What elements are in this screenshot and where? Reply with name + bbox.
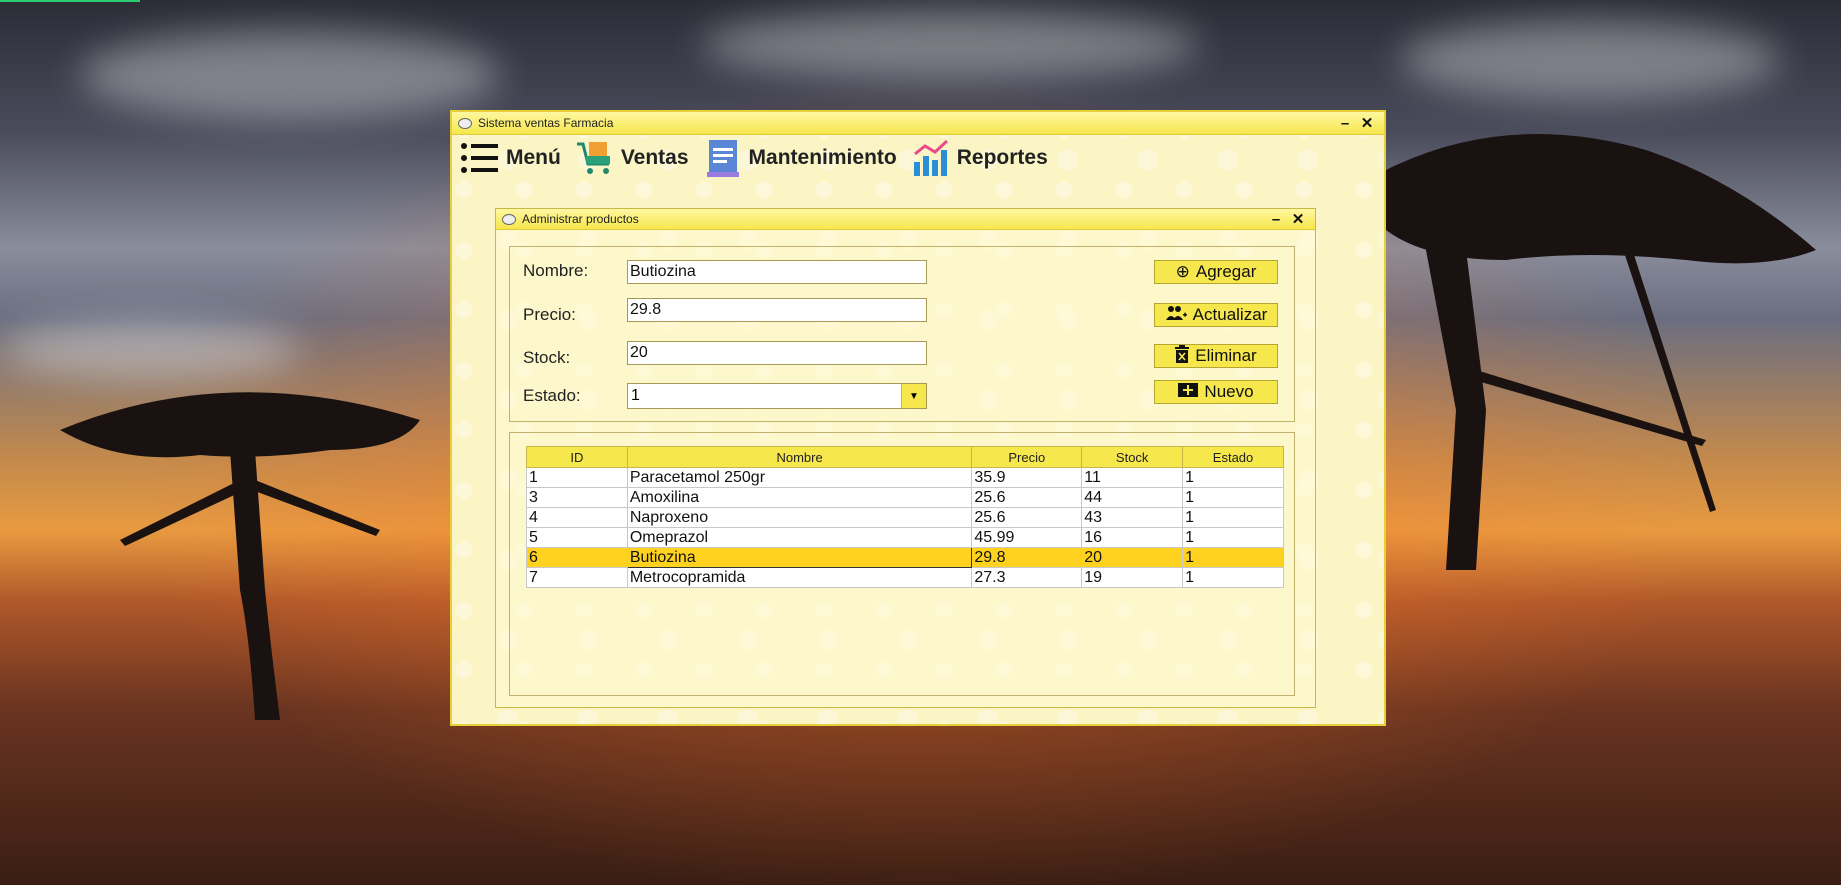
estado-select[interactable]: 1 ▼ bbox=[627, 383, 927, 409]
menu-item-label: Mantenimiento bbox=[748, 146, 897, 169]
cell-nombre[interactable]: Metrocopramida bbox=[626, 567, 973, 588]
cell-stock[interactable]: 43 bbox=[1081, 507, 1184, 528]
main-window: Sistema ventas Farmacia – ✕ Menú Ventas … bbox=[450, 110, 1386, 726]
column-header-estado[interactable]: Estado bbox=[1182, 446, 1284, 468]
cell-precio[interactable]: 45.99 bbox=[971, 527, 1083, 548]
nombre-input[interactable]: Butiozina bbox=[627, 260, 927, 284]
menu-bar: Menú Ventas Mantenimiento Reportes bbox=[452, 135, 1384, 181]
cart-icon bbox=[575, 138, 615, 178]
cell-estado[interactable]: 1 bbox=[1182, 527, 1284, 548]
table-row[interactable]: 7 Metrocopramida 27.3 19 1 bbox=[526, 567, 1284, 588]
cell-precio[interactable]: 25.6 bbox=[971, 507, 1083, 528]
products-titlebar[interactable]: Administrar productos – ✕ bbox=[496, 209, 1315, 230]
cell-id[interactable]: 4 bbox=[526, 507, 628, 528]
menu-item-ventas[interactable]: Ventas bbox=[575, 138, 689, 178]
cell-nombre[interactable]: Amoxilina bbox=[626, 487, 973, 508]
minimize-button[interactable]: – bbox=[1265, 211, 1287, 228]
cell-precio[interactable]: 25.6 bbox=[971, 487, 1083, 508]
main-titlebar[interactable]: Sistema ventas Farmacia – ✕ bbox=[452, 112, 1384, 135]
nuevo-button[interactable]: Nuevo bbox=[1154, 380, 1278, 404]
cell-id[interactable]: 3 bbox=[526, 487, 628, 508]
table-row[interactable]: 4 Naproxeno 25.6 43 1 bbox=[526, 507, 1284, 528]
chart-icon bbox=[911, 138, 951, 178]
cell-nombre[interactable]: Butiozina bbox=[626, 547, 973, 568]
chevron-down-icon[interactable]: ▼ bbox=[901, 384, 926, 408]
cell-stock[interactable]: 20 bbox=[1081, 547, 1184, 568]
cell-stock[interactable]: 11 bbox=[1081, 467, 1184, 488]
products-window-title: Administrar productos bbox=[522, 212, 639, 226]
document-icon bbox=[703, 138, 743, 178]
cell-id[interactable]: 5 bbox=[526, 527, 628, 548]
actualizar-label: Actualizar bbox=[1192, 305, 1268, 324]
users-icon bbox=[1165, 305, 1187, 326]
background-cloud bbox=[1400, 20, 1780, 100]
table-row[interactable]: 3 Amoxilina 25.6 44 1 bbox=[526, 487, 1284, 508]
eliminar-label: Eliminar bbox=[1195, 346, 1257, 365]
cell-id[interactable]: 6 bbox=[526, 547, 628, 568]
column-header-id[interactable]: ID bbox=[526, 446, 628, 468]
progress-strip bbox=[0, 0, 140, 2]
cell-estado[interactable]: 1 bbox=[1182, 567, 1284, 588]
menu-item-mantenimiento[interactable]: Mantenimiento bbox=[703, 138, 897, 178]
cell-id[interactable]: 7 bbox=[526, 567, 628, 588]
menu-item-label: Menú bbox=[506, 146, 561, 169]
table-row[interactable]: 5 Omeprazol 45.99 16 1 bbox=[526, 527, 1284, 548]
menu-item-menu[interactable]: Menú bbox=[460, 138, 561, 178]
column-header-precio[interactable]: Precio bbox=[971, 446, 1083, 468]
cell-precio[interactable]: 29.8 bbox=[971, 547, 1083, 568]
cell-nombre[interactable]: Naproxeno bbox=[626, 507, 973, 528]
eliminar-button[interactable]: Eliminar bbox=[1154, 344, 1278, 368]
cell-stock[interactable]: 16 bbox=[1081, 527, 1184, 548]
cell-stock[interactable]: 44 bbox=[1081, 487, 1184, 508]
background-cloud bbox=[700, 10, 1200, 80]
background-tree-left bbox=[60, 392, 420, 720]
precio-label: Precio: bbox=[523, 305, 576, 324]
add-circle-icon: ⊕ bbox=[1175, 262, 1190, 281]
app-icon bbox=[502, 213, 516, 225]
cell-estado[interactable]: 1 bbox=[1182, 487, 1284, 508]
column-header-stock[interactable]: Stock bbox=[1081, 446, 1184, 468]
stock-input[interactable]: 20 bbox=[627, 341, 927, 365]
product-form: Nombre: Butiozina Precio: 29.8 Stock: 20… bbox=[509, 246, 1295, 422]
agregar-button[interactable]: ⊕ Agregar bbox=[1154, 260, 1278, 284]
products-window: Administrar productos – ✕ Nombre: Butioz… bbox=[495, 208, 1316, 708]
precio-input[interactable]: 29.8 bbox=[627, 298, 927, 322]
stock-label: Stock: bbox=[523, 348, 571, 367]
agregar-label: Agregar bbox=[1195, 262, 1257, 281]
cell-estado[interactable]: 1 bbox=[1182, 467, 1284, 488]
cell-estado[interactable]: 1 bbox=[1182, 547, 1284, 568]
close-button[interactable]: ✕ bbox=[1287, 210, 1309, 228]
table-row[interactable]: 1 Paracetamol 250gr 35.9 11 1 bbox=[526, 467, 1284, 488]
menu-item-label: Reportes bbox=[956, 146, 1048, 169]
cell-stock[interactable]: 19 bbox=[1081, 567, 1184, 588]
minimize-button[interactable]: – bbox=[1334, 115, 1356, 132]
products-table: ID Nombre Precio Stock Estado 1 Paraceta… bbox=[526, 446, 1284, 588]
hamburger-icon bbox=[460, 138, 500, 178]
app-icon bbox=[458, 117, 472, 129]
column-header-nombre[interactable]: Nombre bbox=[626, 446, 973, 468]
actualizar-button[interactable]: Actualizar bbox=[1154, 303, 1278, 327]
products-table-panel: ID Nombre Precio Stock Estado 1 Paraceta… bbox=[509, 432, 1295, 696]
cell-nombre[interactable]: Paracetamol 250gr bbox=[626, 467, 973, 488]
menu-item-reportes[interactable]: Reportes bbox=[911, 138, 1048, 178]
estado-selected-value: 1 bbox=[631, 387, 640, 404]
main-window-title: Sistema ventas Farmacia bbox=[478, 116, 614, 130]
background-tree-right bbox=[1386, 134, 1816, 570]
cell-precio[interactable]: 35.9 bbox=[971, 467, 1083, 488]
trash-icon bbox=[1175, 344, 1190, 368]
cell-nombre[interactable]: Omeprazol bbox=[626, 527, 973, 548]
cell-precio[interactable]: 27.3 bbox=[971, 567, 1083, 588]
menu-item-label: Ventas bbox=[620, 146, 689, 169]
background-cloud bbox=[80, 30, 500, 120]
estado-label: Estado: bbox=[523, 386, 581, 405]
nombre-label: Nombre: bbox=[523, 261, 589, 280]
nuevo-label: Nuevo bbox=[1204, 382, 1254, 401]
new-item-icon bbox=[1178, 382, 1199, 403]
table-row-selected[interactable]: 6 Butiozina 29.8 20 1 bbox=[526, 547, 1284, 568]
close-button[interactable]: ✕ bbox=[1356, 114, 1378, 132]
cell-estado[interactable]: 1 bbox=[1182, 507, 1284, 528]
cell-id[interactable]: 1 bbox=[526, 467, 628, 488]
table-header-row: ID Nombre Precio Stock Estado bbox=[526, 446, 1284, 468]
